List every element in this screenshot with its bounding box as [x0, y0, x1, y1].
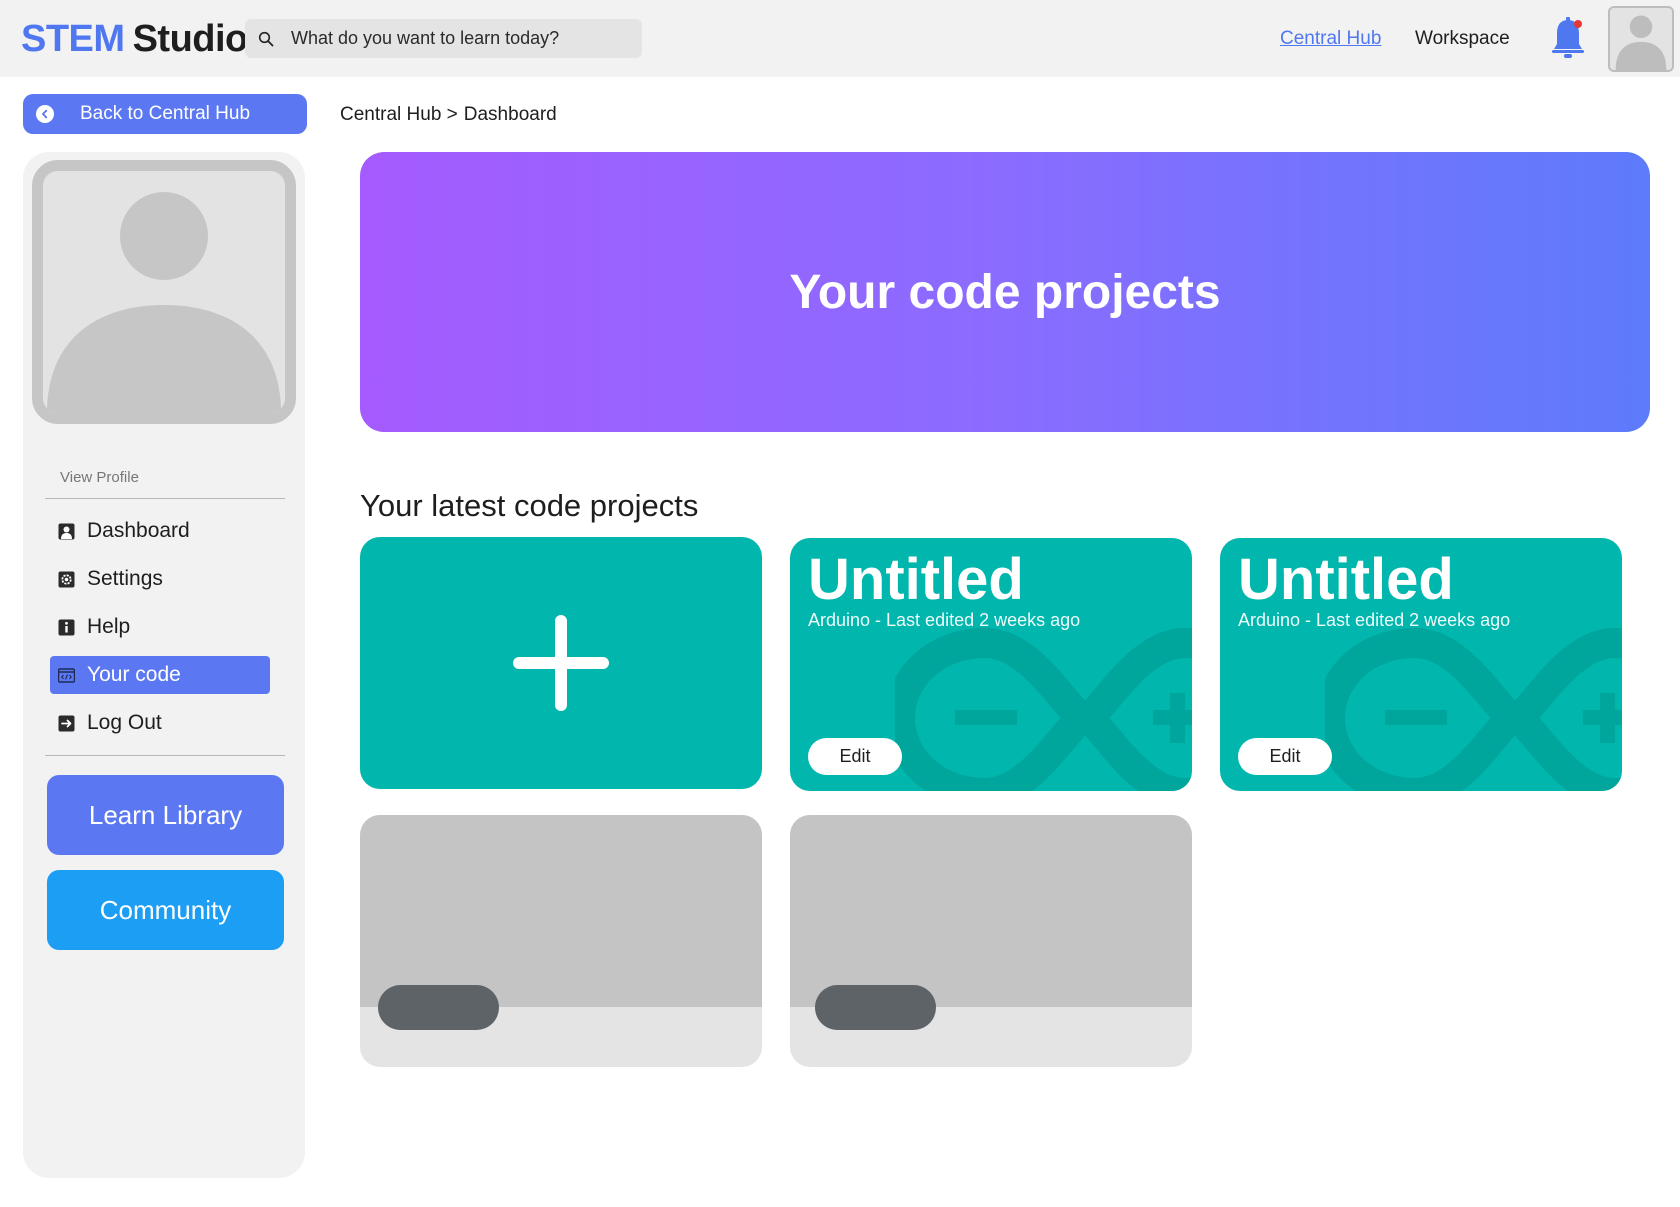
- project-meta: Arduino - Last edited 2 weeks ago: [1238, 610, 1511, 630]
- profile-placeholder-icon: [43, 171, 285, 413]
- sidebar-item-label: Log Out: [87, 711, 162, 734]
- sidebar-item-label: Help: [87, 615, 131, 638]
- info-icon: [58, 619, 75, 636]
- hero-title: Your code projects: [789, 265, 1221, 319]
- settings-icon: [58, 571, 75, 588]
- code-icon: [58, 667, 75, 684]
- profile-picture[interactable]: [32, 160, 296, 424]
- notification-dot: [1574, 20, 1582, 28]
- breadcrumb: Central Hub > Dashboard: [340, 104, 563, 126]
- search-bar[interactable]: [245, 19, 642, 58]
- nav-workspace-link[interactable]: Workspace: [1415, 28, 1510, 50]
- sidebar-item-label: Settings: [87, 567, 163, 590]
- sidebar-item-settings[interactable]: Settings: [50, 560, 270, 598]
- nav-central-hub-link[interactable]: Central Hub: [1280, 28, 1381, 50]
- search-input[interactable]: [291, 28, 621, 49]
- top-bar: STEMStudio Central Hub Workspace: [0, 0, 1680, 77]
- back-to-central-hub-button[interactable]: Back to Central Hub: [23, 94, 307, 134]
- dashboard-icon: [58, 523, 75, 540]
- sidebar-item-dashboard[interactable]: Dashboard: [50, 512, 270, 550]
- edit-button[interactable]: Edit: [808, 738, 902, 775]
- back-button-label: Back to Central Hub: [80, 103, 251, 124]
- hero-banner: Your code projects: [360, 152, 1650, 432]
- sidebar-divider-bottom: [45, 755, 285, 756]
- placeholder-project-card: [360, 815, 762, 1067]
- edit-button[interactable]: Edit: [1238, 738, 1332, 775]
- placeholder-thumbnail: [790, 815, 1192, 1007]
- sidebar-item-your-code[interactable]: Your code: [50, 656, 270, 694]
- project-title: Untitled: [808, 547, 1024, 612]
- notification-bell-icon[interactable]: [1551, 16, 1585, 60]
- sidebar-item-logout[interactable]: Log Out: [50, 704, 270, 742]
- section-title: Your latest code projects: [360, 488, 699, 523]
- project-card[interactable]: Untitled Arduino - Last edited 2 weeks a…: [790, 538, 1192, 791]
- search-icon: [258, 31, 274, 46]
- new-project-card[interactable]: [360, 537, 762, 789]
- placeholder-button: [815, 985, 936, 1030]
- logout-icon: [58, 715, 75, 732]
- sidebar: View Profile Dashboard Settings Help You…: [23, 152, 305, 1178]
- placeholder-thumbnail: [360, 815, 762, 1007]
- sidebar-item-help[interactable]: Help: [50, 608, 270, 646]
- user-avatar-icon: [1610, 8, 1672, 70]
- breadcrumb-central-hub[interactable]: Central Hub >: [340, 104, 458, 125]
- logo-studio: Studio: [132, 18, 249, 60]
- placeholder-button: [378, 985, 499, 1030]
- sidebar-divider-top: [45, 498, 285, 499]
- user-avatar[interactable]: [1608, 6, 1674, 72]
- project-card[interactable]: Untitled Arduino - Last edited 2 weeks a…: [1220, 538, 1622, 791]
- arduino-logo-icon: [895, 627, 1192, 791]
- project-meta: Arduino - Last edited 2 weeks ago: [808, 610, 1081, 630]
- community-button[interactable]: Community: [47, 870, 284, 950]
- learn-library-button[interactable]: Learn Library: [47, 775, 284, 855]
- sidebar-item-label: Dashboard: [87, 519, 190, 542]
- sidebar-item-label: Your code: [87, 663, 181, 686]
- project-title: Untitled: [1238, 547, 1454, 612]
- placeholder-project-card: [790, 815, 1192, 1067]
- app-logo[interactable]: STEM Studio: [21, 18, 248, 61]
- plus-icon: [513, 615, 609, 711]
- arduino-logo-icon: [1325, 627, 1622, 791]
- view-profile-link[interactable]: View Profile: [60, 469, 139, 486]
- breadcrumb-dashboard: Dashboard: [463, 104, 557, 125]
- logo-stem: STEM: [21, 18, 125, 60]
- back-arrow-icon: [36, 105, 54, 123]
